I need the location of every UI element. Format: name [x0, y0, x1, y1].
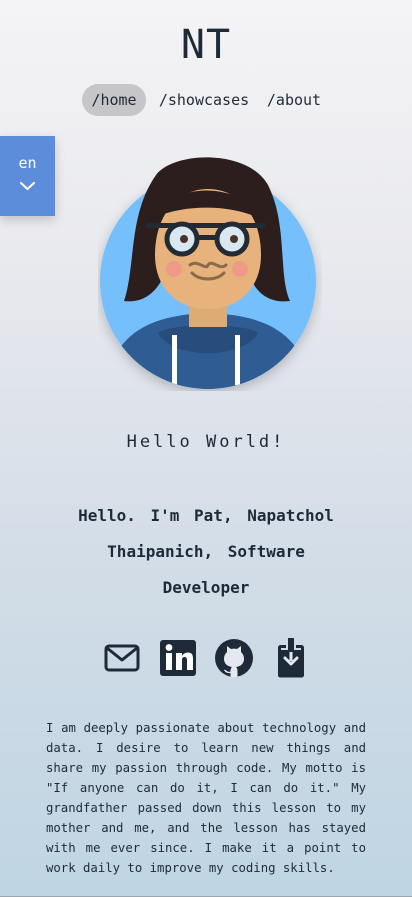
linkedin-icon[interactable] — [158, 638, 198, 678]
intro-heading: Hello. I'm Pat, Napatchol Thaipanich, So… — [78, 506, 334, 597]
social-links — [0, 638, 412, 678]
language-selector[interactable]: en — [0, 136, 55, 216]
nav-about[interactable]: /about — [264, 84, 324, 116]
greeting-text: Hello World! — [126, 432, 286, 452]
nav-showcases[interactable]: /showcases — [158, 84, 250, 116]
main-nav: /home /showcases /about — [0, 84, 412, 116]
github-icon[interactable] — [214, 638, 254, 678]
chevron-down-icon — [19, 181, 36, 191]
mail-icon[interactable] — [102, 638, 142, 678]
download-icon[interactable] — [270, 638, 310, 678]
about-paragraph: I am deeply passionate about technology … — [46, 721, 366, 875]
language-label: en — [18, 154, 37, 172]
avatar — [100, 157, 316, 389]
site-logo[interactable]: NT — [0, 20, 412, 70]
nav-home[interactable]: /home — [82, 84, 146, 116]
